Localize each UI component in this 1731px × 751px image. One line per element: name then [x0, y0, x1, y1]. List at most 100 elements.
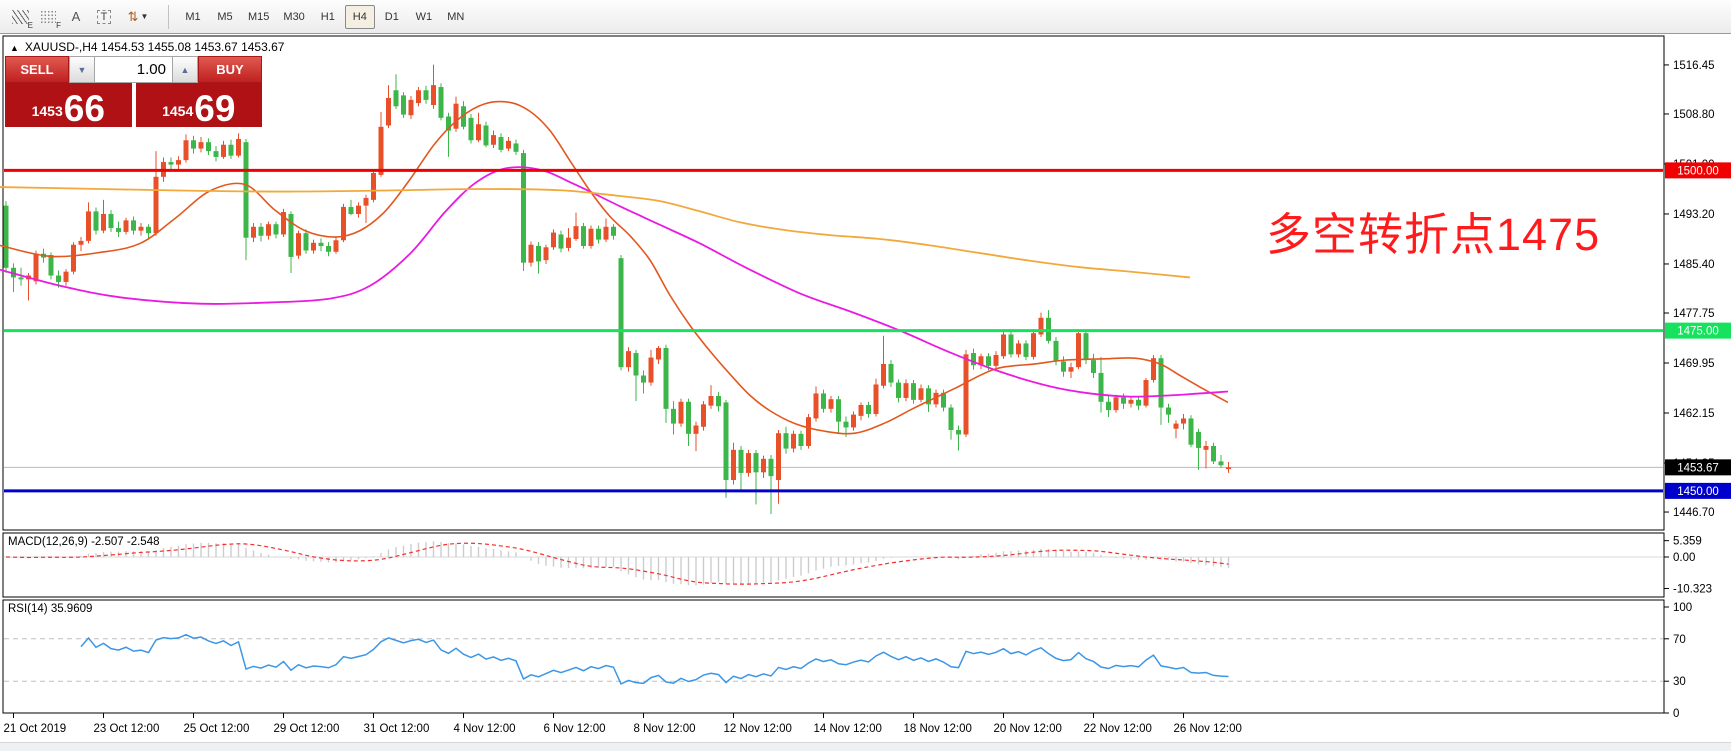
candle-up — [371, 173, 376, 200]
candle-up — [776, 433, 781, 480]
time-tick-label: 26 Nov 12:00 — [1174, 723, 1242, 735]
candle-down — [844, 422, 849, 428]
candle-down — [596, 229, 601, 240]
time-tick-label: 22 Nov 12:00 — [1084, 723, 1152, 735]
price-boxes: 1453 66 1454 69 — [5, 83, 262, 127]
timeframe-m30[interactable]: M30 — [277, 5, 310, 29]
time-tick-label: 6 Nov 12:00 — [544, 723, 606, 735]
rsi-scale-label: 30 — [1673, 676, 1686, 688]
bid-price-big: 66 — [64, 93, 105, 124]
candle-down — [536, 246, 541, 261]
candle-down — [214, 151, 219, 157]
timeframe-d1[interactable]: D1 — [377, 5, 407, 29]
candle-down — [94, 211, 99, 230]
buy-button[interactable]: BUY — [198, 56, 262, 83]
ask-price-box[interactable]: 1454 69 — [136, 83, 263, 127]
trade-row: SELL ▼ ▲ BUY — [5, 56, 262, 83]
candle-up — [874, 384, 879, 413]
time-tick-label: 8 Nov 12:00 — [634, 723, 696, 735]
candle-up — [859, 405, 864, 416]
price-badge-label: 1500.00 — [1677, 165, 1719, 177]
volume-down-button[interactable]: ▼ — [69, 56, 95, 83]
candle-down — [146, 227, 151, 233]
bid-price-box[interactable]: 1453 66 — [5, 83, 132, 127]
candle-up — [626, 351, 631, 367]
candle-down — [581, 226, 586, 246]
candle-up — [184, 140, 189, 160]
candle-up — [1001, 334, 1006, 356]
candle-up — [1016, 343, 1021, 354]
candle-down — [784, 433, 789, 448]
candle-up — [86, 211, 91, 240]
timeframe-m5[interactable]: M5 — [210, 5, 240, 29]
candle-up — [731, 450, 736, 480]
candle-up — [176, 160, 181, 164]
rsi-pane-border — [3, 600, 1664, 713]
time-tick-label: 29 Oct 12:00 — [274, 723, 340, 735]
hatch-chart-icon[interactable]: E — [6, 4, 34, 30]
volume-input[interactable] — [95, 56, 172, 83]
candle-up — [544, 247, 549, 260]
candle-down — [671, 409, 676, 424]
cursor-arrows-icon[interactable]: ⇅ ▼ — [118, 4, 158, 30]
candle-down — [274, 224, 279, 234]
candle-down — [1091, 360, 1096, 373]
candle-down — [109, 214, 114, 228]
candle-down — [394, 90, 399, 106]
candle-up — [64, 272, 69, 282]
candle-up — [761, 459, 766, 472]
hatch-sub-label: E — [28, 21, 33, 30]
candle-down — [821, 393, 826, 408]
timeframe-m1[interactable]: M1 — [178, 5, 208, 29]
candle-down — [739, 450, 744, 473]
candle-down — [634, 353, 639, 375]
candle-down — [304, 233, 309, 250]
time-tick-label: 12 Nov 12:00 — [724, 723, 792, 735]
text-box-icon[interactable]: T — [90, 4, 118, 30]
candle-up — [694, 425, 699, 433]
candle-down — [1024, 343, 1029, 356]
candle-down — [799, 434, 804, 446]
candle-down — [1106, 402, 1111, 410]
candle-down — [686, 402, 691, 434]
collapse-arrow-icon[interactable]: ▲ — [10, 43, 19, 53]
candle-down — [889, 364, 894, 383]
candle-down — [229, 145, 234, 156]
candle-up — [551, 233, 556, 248]
candle-up — [589, 229, 594, 246]
dropdown-arrow-icon[interactable]: ▼ — [140, 12, 148, 21]
candle-up — [1181, 418, 1186, 423]
candle-down — [439, 87, 444, 118]
timeframe-m15[interactable]: M15 — [242, 5, 275, 29]
volume-up-button[interactable]: ▲ — [172, 56, 198, 83]
candle-up — [656, 348, 661, 360]
candle-up — [506, 141, 511, 149]
candle-up — [334, 240, 339, 252]
candle-up — [491, 135, 496, 145]
candle-down — [1061, 361, 1066, 371]
candle-up — [236, 139, 241, 156]
candle-down — [484, 126, 489, 146]
sell-button[interactable]: SELL — [5, 56, 69, 83]
candle-up — [709, 396, 714, 406]
candle-up — [746, 453, 751, 473]
candle-up — [881, 364, 886, 386]
candle-down — [1219, 461, 1224, 465]
candle-up — [806, 417, 811, 446]
timeframe-w1[interactable]: W1 — [409, 5, 439, 29]
macd-scale-label: 5.359 — [1673, 536, 1702, 548]
candle-down — [619, 258, 624, 367]
timeframe-h4[interactable]: H4 — [345, 5, 375, 29]
candle-down — [1121, 397, 1126, 403]
candle-down — [319, 243, 324, 246]
candle-up — [71, 245, 76, 272]
grid-icon[interactable]: F — [34, 4, 62, 30]
candle-up — [1114, 397, 1119, 410]
timeframe-h1[interactable]: H1 — [313, 5, 343, 29]
candle-up — [679, 402, 684, 424]
macd-label: MACD(12,26,9) -2.507 -2.548 — [8, 536, 160, 548]
timeframe-mn[interactable]: MN — [441, 5, 471, 29]
time-tick-label: 21 Oct 2019 — [4, 723, 67, 735]
text-a-icon[interactable]: A — [62, 4, 90, 30]
time-tick-label: 20 Nov 12:00 — [994, 723, 1062, 735]
